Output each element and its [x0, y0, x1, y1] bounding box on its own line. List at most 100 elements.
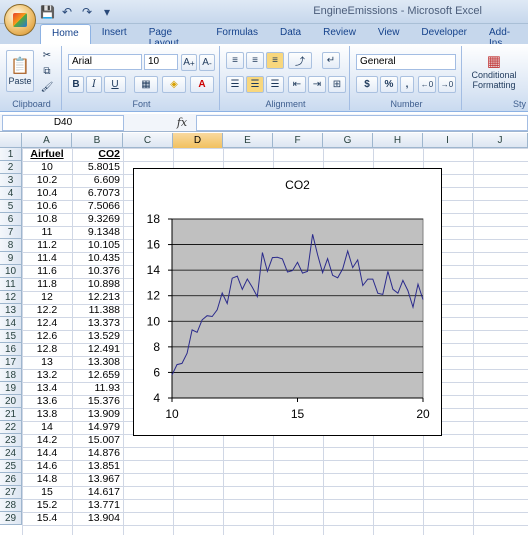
row-header-22[interactable]: 22	[0, 421, 22, 434]
tab-developer[interactable]: Developer	[410, 24, 478, 44]
copy-button[interactable]: ⧉	[38, 64, 56, 78]
header-cell-a1[interactable]: Airfuel	[22, 148, 72, 161]
row-header-6[interactable]: 6	[0, 213, 22, 226]
cell-b10[interactable]: 10.376	[72, 265, 123, 278]
row-header-2[interactable]: 2	[0, 161, 22, 174]
row-header-4[interactable]: 4	[0, 187, 22, 200]
column-header-d[interactable]: D	[173, 133, 223, 148]
row-header-13[interactable]: 13	[0, 304, 22, 317]
font-color-button[interactable]: A	[190, 76, 214, 93]
cell-b22[interactable]: 14.979	[72, 421, 123, 434]
cell-a25[interactable]: 14.6	[22, 460, 72, 473]
row-header-28[interactable]: 28	[0, 499, 22, 512]
cell-a2[interactable]: 10	[22, 161, 72, 174]
cell-b27[interactable]: 14.617	[72, 486, 123, 499]
insert-function-button[interactable]: fx	[170, 115, 194, 131]
row-header-3[interactable]: 3	[0, 174, 22, 187]
cell-a5[interactable]: 10.6	[22, 200, 72, 213]
row-header-5[interactable]: 5	[0, 200, 22, 213]
row-header-16[interactable]: 16	[0, 343, 22, 356]
orientation-button[interactable]: ⤴	[288, 52, 312, 69]
grow-font-button[interactable]: A +	[181, 54, 197, 71]
cell-a26[interactable]: 14.8	[22, 473, 72, 486]
cell-a27[interactable]: 15	[22, 486, 72, 499]
row-header-17[interactable]: 17	[0, 356, 22, 369]
cell-a10[interactable]: 11.6	[22, 265, 72, 278]
cell-b9[interactable]: 10.435	[72, 252, 123, 265]
cell-a6[interactable]: 10.8	[22, 213, 72, 226]
cell-b28[interactable]: 13.771	[72, 499, 123, 512]
comma-button[interactable]: ,	[400, 76, 414, 93]
row-header-25[interactable]: 25	[0, 460, 22, 473]
bold-button[interactable]: B	[68, 76, 84, 93]
cell-a18[interactable]: 13.2	[22, 369, 72, 382]
cell-b6[interactable]: 9.3269	[72, 213, 123, 226]
cell-a19[interactable]: 13.4	[22, 382, 72, 395]
percent-button[interactable]: %	[380, 76, 398, 93]
cell-a29[interactable]: 15.4	[22, 512, 72, 525]
tab-view[interactable]: View	[367, 24, 411, 44]
cell-a11[interactable]: 11.8	[22, 278, 72, 291]
row-header-8[interactable]: 8	[0, 239, 22, 252]
align-right-button[interactable]: ☰	[266, 76, 284, 93]
decrease-indent-button[interactable]: ⇤	[288, 76, 306, 93]
select-all-corner[interactable]	[0, 133, 22, 148]
cell-a8[interactable]: 11.2	[22, 239, 72, 252]
column-header-a[interactable]: A	[22, 133, 72, 148]
row-header-20[interactable]: 20	[0, 395, 22, 408]
cell-a12[interactable]: 12	[22, 291, 72, 304]
cell-b15[interactable]: 13.529	[72, 330, 123, 343]
cell-b11[interactable]: 10.898	[72, 278, 123, 291]
office-button[interactable]	[4, 4, 36, 36]
row-header-12[interactable]: 12	[0, 291, 22, 304]
tab-formulas[interactable]: Formulas	[205, 24, 269, 44]
cell-a14[interactable]: 12.4	[22, 317, 72, 330]
row-header-23[interactable]: 23	[0, 434, 22, 447]
cell-b5[interactable]: 7.5066	[72, 200, 123, 213]
italic-button[interactable]: I	[86, 76, 102, 93]
cell-a17[interactable]: 13	[22, 356, 72, 369]
name-box[interactable]: D40	[2, 115, 124, 131]
tab-review[interactable]: Review	[312, 24, 367, 44]
font-name-select[interactable]: Arial	[68, 54, 142, 70]
tab-home[interactable]: Home	[40, 24, 91, 44]
row-header-27[interactable]: 27	[0, 486, 22, 499]
cell-b24[interactable]: 14.876	[72, 447, 123, 460]
cell-b12[interactable]: 12.213	[72, 291, 123, 304]
decrease-decimal-button[interactable]: →0	[438, 76, 456, 93]
align-left-button[interactable]: ☰	[226, 76, 244, 93]
cell-a7[interactable]: 11	[22, 226, 72, 239]
cell-b14[interactable]: 13.373	[72, 317, 123, 330]
row-header-21[interactable]: 21	[0, 408, 22, 421]
borders-button[interactable]: ▦	[134, 76, 158, 93]
format-painter-button[interactable]: 🖌	[38, 80, 56, 94]
cell-b25[interactable]: 13.851	[72, 460, 123, 473]
column-header-b[interactable]: B	[72, 133, 123, 148]
row-header-15[interactable]: 15	[0, 330, 22, 343]
row-header-24[interactable]: 24	[0, 447, 22, 460]
cell-b20[interactable]: 15.376	[72, 395, 123, 408]
column-header-g[interactable]: G	[323, 133, 373, 148]
cell-b7[interactable]: 9.1348	[72, 226, 123, 239]
align-bottom-button[interactable]: ≡	[266, 52, 284, 69]
row-header-11[interactable]: 11	[0, 278, 22, 291]
cell-b2[interactable]: 5.8015	[72, 161, 123, 174]
tab-page-layout[interactable]: Page Layout	[138, 24, 206, 49]
conditional-formatting-button[interactable]: ▦ Conditional Formatting	[466, 48, 522, 94]
fill-color-button[interactable]: ◈	[162, 76, 186, 93]
cell-b16[interactable]: 12.491	[72, 343, 123, 356]
cell-a28[interactable]: 15.2	[22, 499, 72, 512]
cell-b17[interactable]: 13.308	[72, 356, 123, 369]
column-header-f[interactable]: F	[273, 133, 323, 148]
cell-b26[interactable]: 13.967	[72, 473, 123, 486]
cell-a24[interactable]: 14.4	[22, 447, 72, 460]
cell-b19[interactable]: 11.93	[72, 382, 123, 395]
cell-a4[interactable]: 10.4	[22, 187, 72, 200]
row-header-7[interactable]: 7	[0, 226, 22, 239]
column-header-c[interactable]: C	[123, 133, 173, 148]
cell-a22[interactable]: 14	[22, 421, 72, 434]
cell-a15[interactable]: 12.6	[22, 330, 72, 343]
cell-a3[interactable]: 10.2	[22, 174, 72, 187]
cell-b4[interactable]: 6.7073	[72, 187, 123, 200]
cell-a20[interactable]: 13.6	[22, 395, 72, 408]
